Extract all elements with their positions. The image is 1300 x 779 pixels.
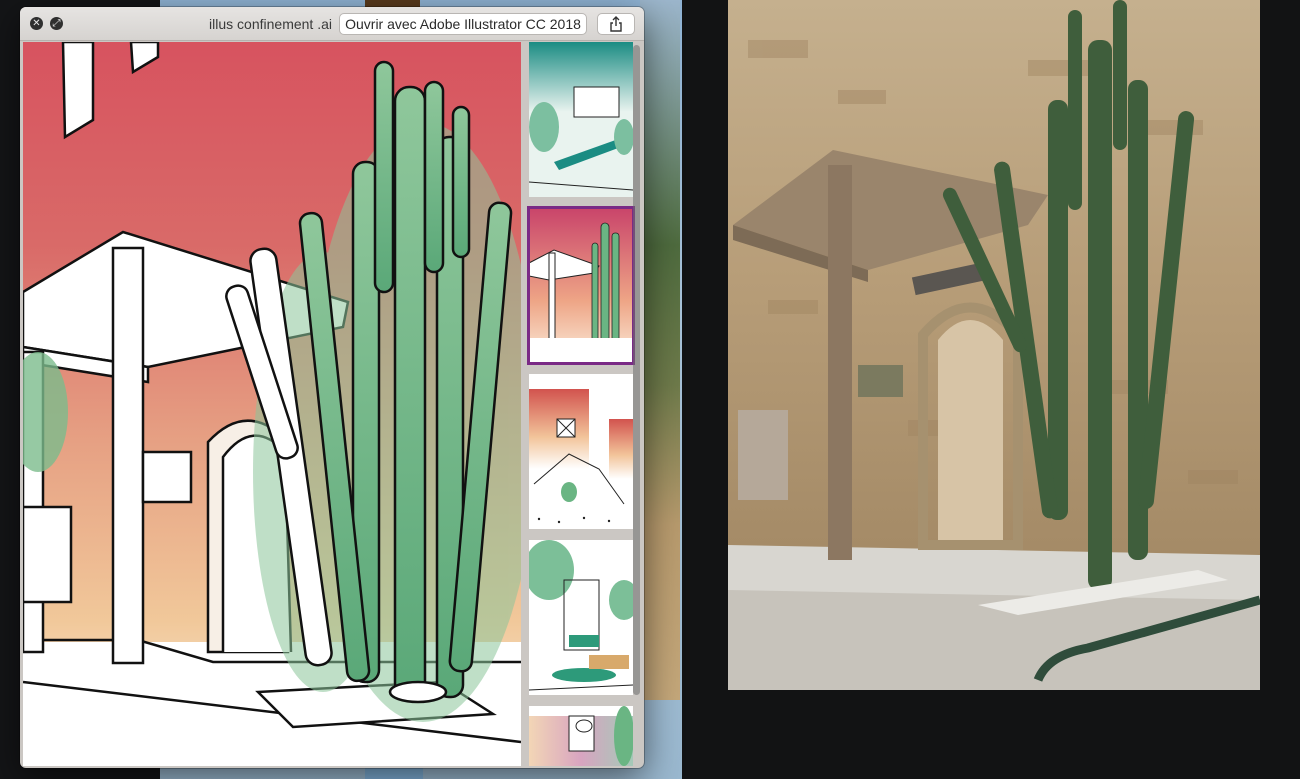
illustration-artwork	[23, 42, 521, 766]
thumbnail-page-5-art	[529, 706, 633, 766]
thumbnail-page-5[interactable]	[529, 706, 633, 766]
thumbnail-page-3-art	[529, 374, 633, 529]
thumbnail-page-3[interactable]	[529, 374, 633, 529]
thumbnail-page-1[interactable]	[529, 42, 633, 197]
thumbnail-page-2-art	[529, 208, 633, 363]
reference-photo-image	[728, 0, 1260, 690]
thumbnail-page-2[interactable]	[527, 206, 635, 365]
main-illustration-preview	[23, 42, 521, 766]
thumbnail-page-4-art	[529, 540, 633, 695]
window-title: illus confinement .ai	[209, 16, 332, 32]
share-icon	[610, 16, 622, 32]
window-titlebar[interactable]: ✕ ⤢ illus confinement .ai Ouvrir avec Ad…	[20, 7, 644, 41]
close-icon[interactable]: ✕	[30, 17, 43, 30]
thumbnail-page-4[interactable]	[529, 540, 633, 695]
thumbnail-page-1-art	[529, 42, 633, 197]
page-thumbnails-sidebar[interactable]	[526, 42, 640, 766]
background-photo-edge	[640, 0, 680, 700]
fullscreen-icon[interactable]: ⤢	[50, 17, 63, 30]
quick-look-window[interactable]: ✕ ⤢ illus confinement .ai Ouvrir avec Ad…	[20, 7, 644, 768]
share-button[interactable]	[597, 13, 635, 35]
open-with-illustrator-button[interactable]: Ouvrir avec Adobe Illustrator CC 2018	[339, 13, 587, 35]
thumbnails-scrollbar[interactable]	[633, 45, 640, 695]
reference-photo	[728, 0, 1260, 690]
